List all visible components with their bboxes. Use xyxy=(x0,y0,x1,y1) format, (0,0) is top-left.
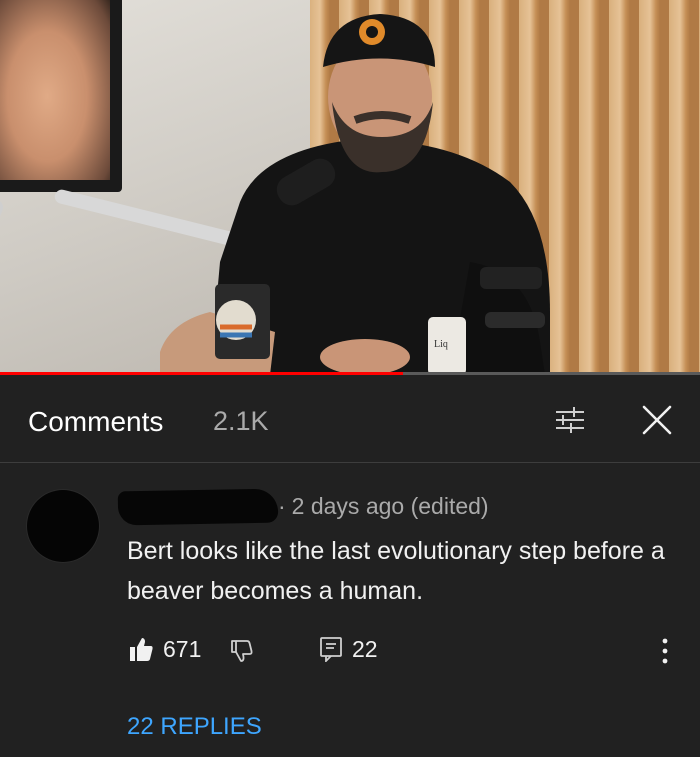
comments-count: 2.1K xyxy=(213,406,269,436)
comment-meta: · 2 days ago (edited) xyxy=(278,493,489,520)
comment-time: 2 days ago (edited) xyxy=(291,493,489,519)
video-player[interactable]: Liq xyxy=(0,0,700,375)
comment-actions: 671 22 xyxy=(0,630,700,670)
comments-header: Comments 2.1K xyxy=(0,375,700,463)
like-count: 671 xyxy=(163,636,202,662)
avatar[interactable] xyxy=(27,490,99,562)
thumbs-down-icon[interactable] xyxy=(229,638,255,664)
podcast-host-figure: Liq xyxy=(160,14,550,375)
view-replies-link[interactable]: 22 REPLIES xyxy=(127,713,262,741)
wall-poster xyxy=(0,0,122,192)
redacted-author-name xyxy=(117,488,279,526)
thumbs-up-icon[interactable] xyxy=(128,636,154,662)
svg-text:Liq: Liq xyxy=(434,339,448,350)
more-vertical-icon[interactable] xyxy=(658,636,672,666)
comment-text: Bert looks like the last evolutionary st… xyxy=(127,537,665,605)
reply-icon[interactable] xyxy=(318,636,344,662)
sort-filter-icon[interactable] xyxy=(553,403,587,437)
close-icon[interactable] xyxy=(640,403,674,437)
comments-title: Comments xyxy=(28,406,164,437)
reply-count: 22 xyxy=(352,636,378,662)
meta-separator: · xyxy=(278,493,286,519)
